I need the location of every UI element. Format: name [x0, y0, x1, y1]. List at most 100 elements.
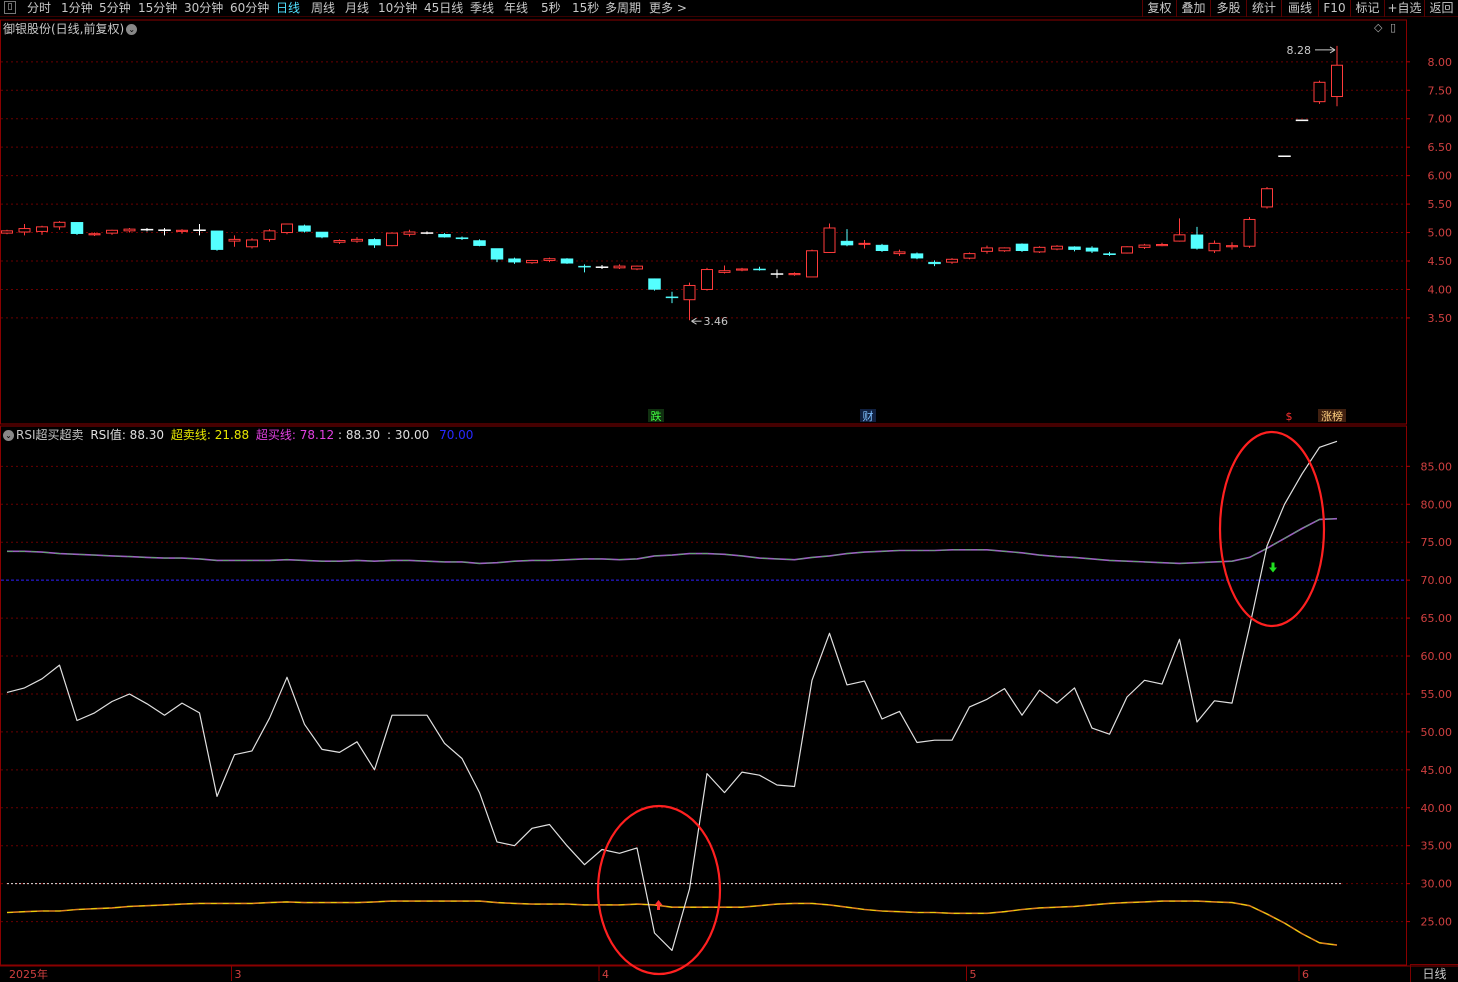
rsi-tick-label: 55.00	[1421, 688, 1453, 701]
candle	[770, 269, 784, 279]
rsi-tick-label: 80.00	[1421, 498, 1453, 511]
candle	[823, 223, 836, 254]
candle-body	[1068, 246, 1081, 250]
candle	[1138, 243, 1151, 250]
candle-body	[1313, 81, 1326, 103]
candle	[158, 227, 171, 236]
candle-body	[438, 234, 451, 238]
candle	[753, 266, 766, 271]
high-price-label: 8.28	[1287, 44, 1312, 57]
candle-body	[263, 230, 276, 240]
candle-body	[386, 232, 398, 247]
candle	[263, 229, 276, 242]
candle	[981, 245, 993, 254]
candle-body	[1033, 246, 1046, 253]
candle-body	[1051, 245, 1063, 250]
rsi-tick-label: 85.00	[1421, 460, 1453, 473]
candle-body	[333, 240, 346, 243]
low-price-label: 3.46	[704, 315, 729, 328]
rsi-tick-label: 25.00	[1421, 916, 1453, 929]
candle-body	[1226, 245, 1238, 248]
candle	[1156, 242, 1168, 247]
candle	[665, 291, 679, 304]
candle	[1331, 45, 1343, 107]
candle-body	[246, 239, 258, 248]
candle-body	[210, 230, 224, 250]
candle-body	[963, 253, 976, 259]
candle	[1295, 119, 1309, 122]
candle	[438, 233, 451, 238]
candle-body	[1156, 244, 1168, 247]
candle	[806, 249, 818, 278]
candle-body	[543, 258, 556, 261]
candle	[315, 231, 329, 239]
overbought-line-overlay	[7, 518, 1338, 564]
candle	[1, 229, 13, 235]
rsi-tick-label: 35.00	[1421, 840, 1453, 853]
candle	[176, 229, 188, 234]
candle	[1068, 246, 1081, 252]
candle-body	[1138, 244, 1151, 248]
candle-body	[508, 258, 521, 263]
candle	[526, 259, 538, 264]
rsi-tick-label: 30.00	[1421, 878, 1453, 891]
candle-body	[946, 258, 958, 263]
candle-body	[281, 223, 293, 234]
candle-body	[578, 265, 591, 268]
candle	[963, 252, 976, 260]
candle-body	[840, 240, 854, 246]
candle-body	[1278, 155, 1291, 157]
candle-body	[1190, 234, 1204, 249]
price-tick-label: 4.00	[1428, 283, 1453, 296]
candle-body	[403, 231, 416, 235]
price-tick-label: 6.50	[1428, 141, 1453, 154]
candle	[368, 238, 381, 248]
candle	[998, 247, 1011, 252]
price-tick-label: 3.50	[1428, 312, 1453, 325]
candle	[386, 232, 398, 247]
candle	[560, 258, 574, 264]
candle-body	[140, 228, 154, 231]
candle-body	[455, 237, 469, 240]
candle	[840, 229, 854, 247]
candle-body	[595, 266, 609, 268]
candle	[123, 227, 136, 233]
candle	[1103, 251, 1116, 256]
candle	[420, 231, 434, 235]
rsi-tick-label: 50.00	[1421, 726, 1453, 739]
price-tick-label: 7.00	[1428, 113, 1453, 126]
candle	[36, 225, 48, 235]
candle-body	[18, 228, 31, 233]
candle-body	[53, 221, 66, 228]
candle-body	[910, 253, 924, 259]
candle	[1121, 246, 1133, 254]
rsi-tick-label: 75.00	[1421, 536, 1453, 549]
period-indicator[interactable]: 日线	[1410, 964, 1458, 982]
rsi-tick-label: 65.00	[1421, 612, 1453, 625]
candle-body	[823, 227, 836, 253]
candle	[1015, 243, 1029, 252]
candle-body	[1295, 119, 1309, 122]
candle-body	[998, 247, 1011, 252]
candle	[351, 237, 363, 243]
candle	[1051, 245, 1063, 251]
candle	[228, 235, 241, 247]
candle	[701, 267, 713, 291]
candle-body	[718, 270, 731, 273]
candle-body	[981, 247, 993, 252]
candle-body	[753, 268, 766, 271]
candle-body	[420, 232, 434, 234]
rsi-line	[6, 440, 1338, 952]
candle-body	[893, 251, 906, 255]
price-tick-label: 5.50	[1428, 198, 1453, 211]
candle	[875, 243, 889, 252]
chart-canvas[interactable]: 8.00 7.50 7.00 6.50 6.00 5.50 5.00 4.50 4.00 3.50…	[0, 0, 1458, 982]
candle	[858, 239, 871, 249]
candle-body	[1208, 242, 1221, 252]
candle-body	[176, 229, 188, 232]
candle-body	[193, 229, 206, 231]
candle-body	[665, 296, 679, 299]
candle	[910, 252, 924, 260]
candle	[595, 264, 609, 269]
candle-body	[36, 226, 48, 232]
